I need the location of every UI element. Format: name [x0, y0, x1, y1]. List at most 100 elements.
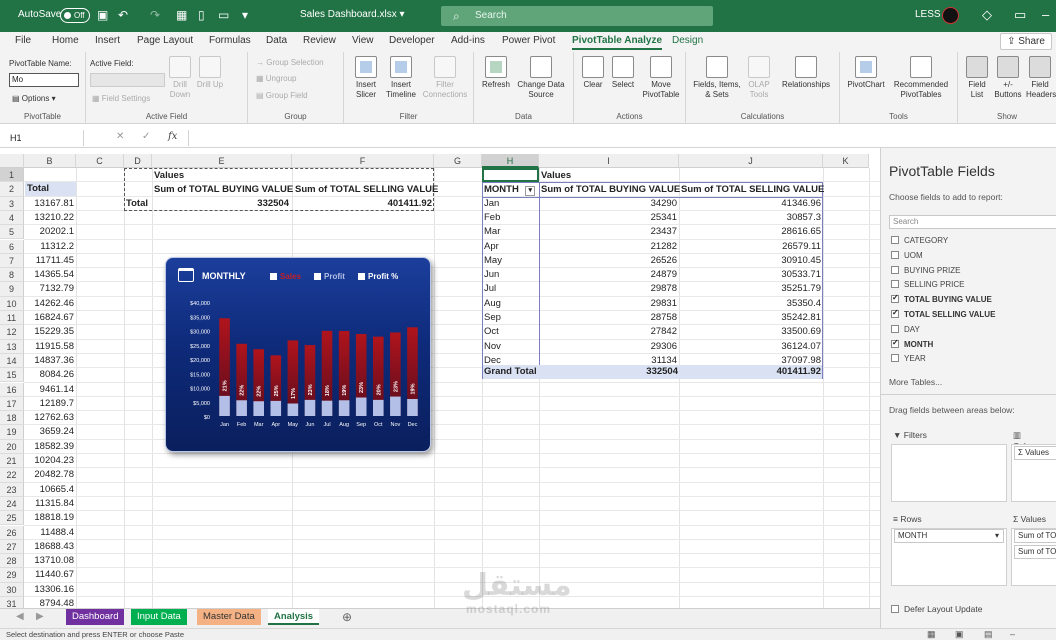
row-header[interactable]: 29	[0, 568, 24, 583]
month-pivot-sell-cell[interactable]: 30857.3	[679, 211, 821, 225]
month-pivot-month-cell[interactable]: Aug	[484, 297, 534, 311]
month-pivot-buy-cell[interactable]: 24879	[539, 268, 677, 282]
formula-input[interactable]	[188, 130, 878, 146]
month-pivot-buy-cell[interactable]: 29831	[539, 297, 677, 311]
month-pivot-sell-cell[interactable]: 33500.69	[679, 325, 821, 339]
month-pivot-sell-cell[interactable]: 36124.07	[679, 340, 821, 354]
row-header[interactable]: 25	[0, 511, 24, 526]
month-pivot-month-cell[interactable]: Apr	[484, 240, 534, 254]
row-header[interactable]: 5	[0, 225, 24, 240]
row-header[interactable]: 19	[0, 425, 24, 440]
row-header[interactable]: 4	[0, 210, 24, 226]
month-pivot-buy-cell[interactable]: 21282	[539, 240, 677, 254]
month-pivot-buy-cell[interactable]: 34290	[539, 197, 677, 211]
field-checkbox[interactable]	[891, 280, 899, 289]
field-item[interactable]: UOM	[891, 250, 923, 260]
col-b-cell[interactable]: 15229.35	[25, 325, 74, 339]
move-pivottable-button[interactable]: Move PivotTable	[640, 56, 682, 100]
month-pivot-month-cell[interactable]: May	[484, 254, 534, 268]
tab-insert[interactable]: Insert	[95, 35, 120, 46]
month-pivot-buy-cell[interactable]: 29878	[539, 282, 677, 296]
month-pivot-buy-cell[interactable]: 23437	[539, 225, 677, 239]
enter-icon[interactable]: ✓	[142, 131, 150, 142]
row-header[interactable]: 17	[0, 396, 24, 412]
normal-view-icon[interactable]: ▦	[927, 629, 936, 640]
cancel-icon[interactable]: ✕	[116, 131, 124, 142]
pivottable-name-input[interactable]: Mo	[9, 73, 79, 87]
month-pivot-buy-cell[interactable]: 29306	[539, 340, 677, 354]
column-header-h[interactable]: H	[482, 154, 539, 168]
col-b-cell[interactable]: 3659.24	[25, 425, 74, 439]
small-pivot-total-label[interactable]: Total	[126, 197, 148, 211]
sheet-tab-input-data[interactable]: Input Data	[131, 609, 187, 625]
row-header[interactable]: 21	[0, 454, 24, 469]
drill-down-button[interactable]: Drill Down	[166, 56, 194, 100]
col-b-cell[interactable]: 13710.08	[25, 554, 74, 568]
clear-button[interactable]: Clear	[580, 56, 606, 90]
col-b-cell[interactable]: 11312.2	[25, 240, 74, 254]
sheet-tab-analysis[interactable]: Analysis	[268, 609, 320, 625]
field-search-input[interactable]: Search	[889, 215, 1056, 229]
group-field-button[interactable]: ▤ Group Field	[256, 91, 308, 100]
selected-cell-h1[interactable]	[482, 168, 539, 182]
tab-review[interactable]: Review	[303, 35, 336, 46]
tab-add-ins[interactable]: Add-ins	[451, 35, 485, 46]
tab-view[interactable]: View	[352, 35, 374, 46]
month-pivot-month-cell[interactable]: Mar	[484, 225, 534, 239]
field-settings-button[interactable]: ▦ Field Settings	[92, 94, 150, 103]
month-pivot-sell-cell[interactable]: 35251.79	[679, 282, 821, 296]
ribbon-display-icon[interactable]: ▭	[1014, 7, 1026, 23]
field-item[interactable]: SELLING PRICE	[891, 280, 964, 289]
month-pivot-month-cell[interactable]: Sep	[484, 311, 534, 325]
column-header-j[interactable]: J	[679, 154, 823, 168]
col-b-cell[interactable]: 11915.58	[25, 340, 74, 354]
col-b-cell[interactable]: 18818.19	[25, 511, 74, 525]
col-b-cell[interactable]: 13167.81	[25, 197, 74, 211]
column-header-c[interactable]: C	[76, 154, 124, 168]
minimize-icon[interactable]: –	[1042, 7, 1049, 22]
field-checkbox[interactable]	[891, 308, 899, 318]
field-item[interactable]: YEAR	[891, 354, 926, 363]
autosave-toggle[interactable]: Off	[60, 8, 90, 23]
month-pivot-values-label[interactable]: Values	[541, 169, 571, 183]
month-pivot-buy-cell[interactable]: 26526	[539, 254, 677, 268]
defer-layout-update[interactable]: Defer Layout Update	[891, 604, 982, 614]
row-header[interactable]: 16	[0, 382, 24, 397]
insert-timeline-button[interactable]: Insert Timeline	[384, 56, 418, 100]
row-header[interactable]: 26	[0, 525, 24, 540]
small-pivot-values-label[interactable]: Values	[154, 169, 184, 183]
field-item[interactable]: MONTH	[891, 338, 933, 349]
row-header[interactable]: 24	[0, 496, 24, 512]
tab-home[interactable]: Home	[52, 35, 79, 46]
row-header[interactable]: 6	[0, 239, 24, 254]
field-item[interactable]: TOTAL SELLING VALUE	[891, 308, 995, 319]
page-layout-view-icon[interactable]: ▣	[955, 629, 964, 640]
fields-items-sets-button[interactable]: Fields, Items, & Sets	[692, 56, 742, 100]
row-header[interactable]: 13	[0, 339, 24, 354]
row-header[interactable]: 30	[0, 582, 24, 597]
col-b-cell[interactable]: 18688.43	[25, 540, 74, 554]
filter-connections-button[interactable]: Filter Connections	[422, 56, 468, 100]
tab-power-pivot[interactable]: Power Pivot	[502, 35, 555, 46]
row-header[interactable]: 23	[0, 482, 24, 497]
tab-developer[interactable]: Developer	[389, 35, 435, 46]
col-b-cell[interactable]: 11440.67	[25, 568, 74, 582]
month-pivot-sell-cell[interactable]: 35242.81	[679, 311, 821, 325]
column-header-b[interactable]: B	[24, 154, 76, 168]
open-folder-icon[interactable]: ▭	[218, 8, 229, 22]
col-b-cell[interactable]: 11315.84	[25, 497, 74, 511]
field-item[interactable]: CATEGORY	[891, 236, 948, 245]
column-header-e[interactable]: E	[152, 154, 292, 168]
col-b-cell[interactable]: 20202.1	[25, 225, 74, 239]
pivotchart-button[interactable]: PivotChart	[844, 56, 888, 90]
field-checkbox[interactable]	[891, 354, 899, 363]
undo-icon[interactable]: ↶	[118, 8, 128, 22]
month-pivot-month-cell[interactable]: Jun	[484, 268, 534, 282]
field-checkbox[interactable]	[891, 338, 899, 348]
row-header[interactable]: 7	[0, 253, 24, 269]
col-b-cell[interactable]: 20482.78	[25, 468, 74, 482]
col-b-cell[interactable]: 14837.36	[25, 354, 74, 368]
col-b-cell[interactable]: 7132.79	[25, 282, 74, 296]
month-pivot-sell-cell[interactable]: 28616.65	[679, 225, 821, 239]
row-header[interactable]: 9	[0, 282, 24, 297]
